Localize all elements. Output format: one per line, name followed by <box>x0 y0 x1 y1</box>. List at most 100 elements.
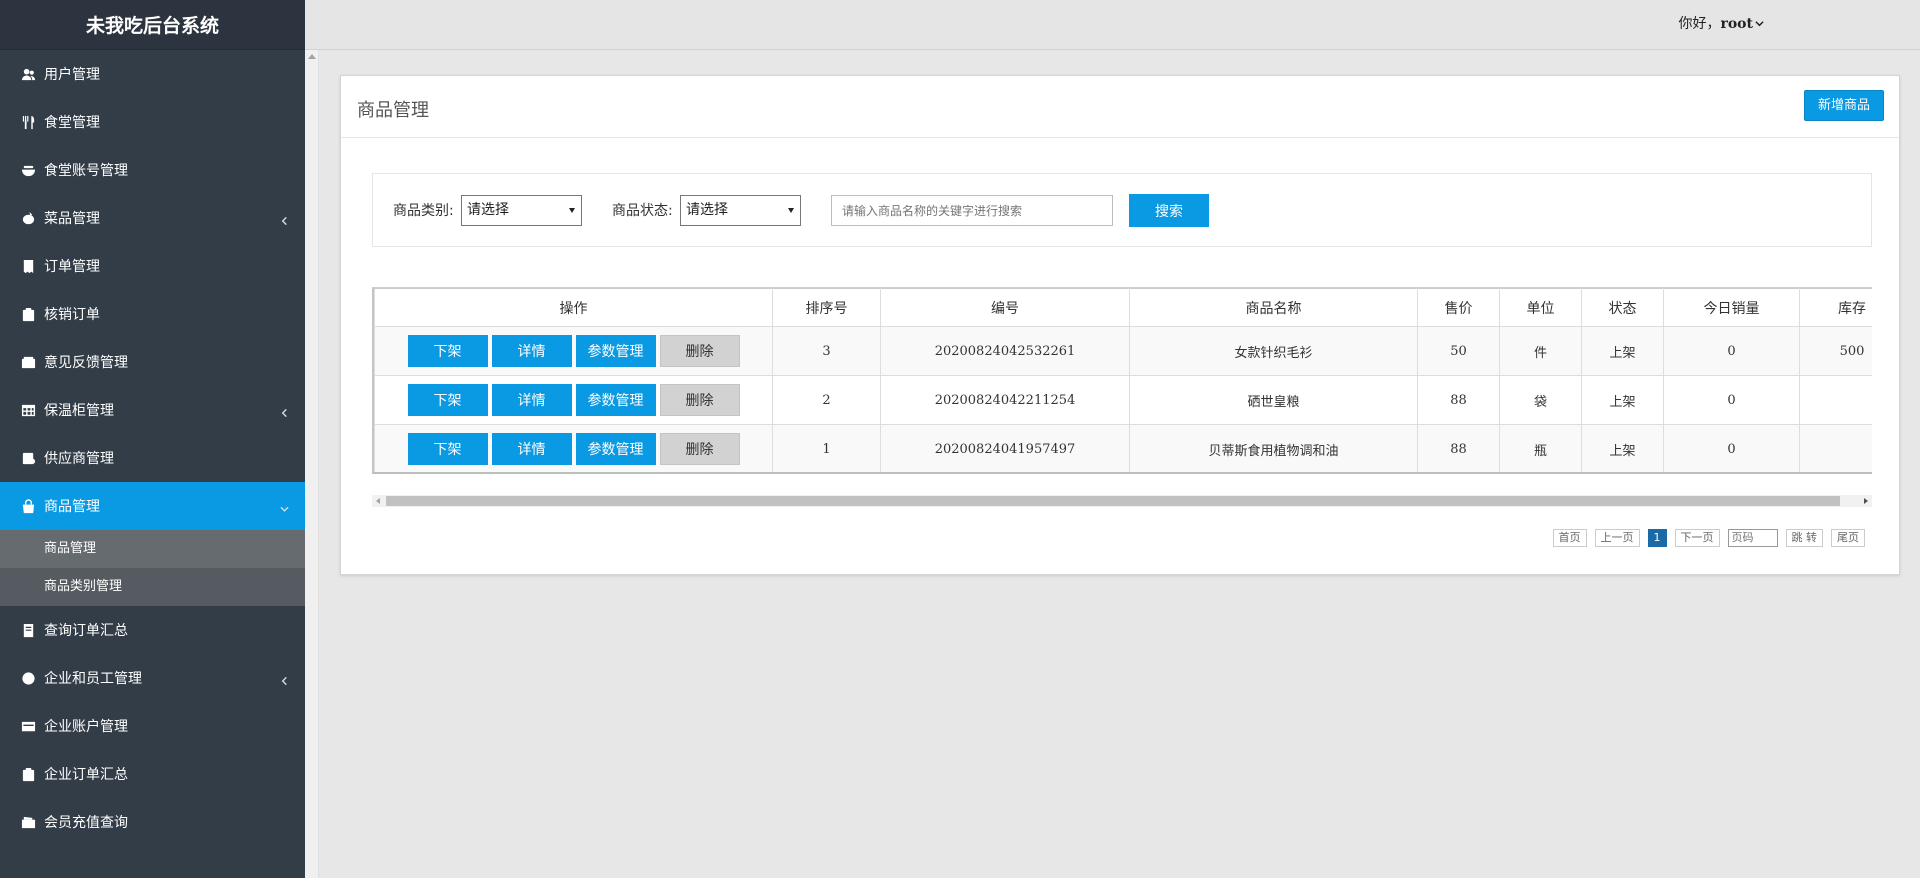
column-header[interactable]: 商品名称 <box>1129 288 1418 327</box>
sidebar-item-suppliers[interactable]: 供应商管理 <box>0 434 305 482</box>
column-header[interactable]: 状态 <box>1581 288 1664 327</box>
jump-button[interactable]: 跳 转 <box>1785 529 1823 547</box>
sidebar-item-member-recharge[interactable]: 会员充值查询 <box>0 798 305 846</box>
delete-button[interactable]: 删除 <box>659 335 740 367</box>
stock-cell: 500 <box>1799 326 1872 376</box>
chevron-down-icon <box>280 502 289 512</box>
sidebar-item-warmers[interactable]: 保温柜管理 <box>0 386 305 434</box>
sidebar-item-label: 订单管理 <box>44 259 100 275</box>
code-cell: 20200824041957497 <box>880 424 1130 472</box>
params-button[interactable]: 参数管理 <box>575 335 656 367</box>
sidebar-item-label: 商品管理 <box>44 499 100 515</box>
sidebar-item-users[interactable]: 用户管理 <box>0 50 305 98</box>
search-button[interactable]: 搜索 <box>1129 194 1209 227</box>
category-label: 商品类别: <box>393 203 454 219</box>
status-select[interactable]: 请选择 <box>680 195 801 226</box>
unit-cell: 袋 <box>1499 375 1582 425</box>
details-button[interactable]: 详情 <box>491 433 572 465</box>
price-cell: 88 <box>1417 424 1500 472</box>
status-cell: 上架 <box>1581 326 1664 376</box>
scrollbar-thumb[interactable] <box>386 496 1840 506</box>
column-header[interactable]: 售价 <box>1417 288 1500 327</box>
unlist-button[interactable]: 下架 <box>407 384 488 416</box>
report-icon <box>20 622 36 638</box>
sidebar-item-label: 菜品管理 <box>44 211 100 227</box>
sidebar-menu-lower: 查询订单汇总 企业和员工管理 企业账户管理 企业订单汇总 会员充值查询 <box>0 606 305 846</box>
unit-cell: 瓶 <box>1499 424 1582 472</box>
sidebar-item-dishes[interactable]: 菜品管理 <box>0 194 305 242</box>
vertical-scrollbar[interactable] <box>305 50 319 878</box>
name-cell: 贝蒂斯食用植物调和油 <box>1129 424 1418 472</box>
unlist-button[interactable]: 下架 <box>407 335 488 367</box>
sidebar-item-canteen[interactable]: 食堂管理 <box>0 98 305 146</box>
actions-cell: 下架 详情 参数管理 删除 <box>374 375 773 425</box>
products-table: 操作 排序号 编号 商品名称 售价 单位 状态 今日销量 库存 下架 详情 参数… <box>374 288 1872 472</box>
sort-cell: 2 <box>772 375 881 425</box>
sidebar-item-companies[interactable]: 企业和员工管理 <box>0 654 305 702</box>
utensils-icon <box>20 114 36 130</box>
column-header[interactable]: 库存 <box>1799 288 1872 327</box>
price-cell: 50 <box>1417 326 1500 376</box>
scroll-right-arrow-icon[interactable] <box>1864 498 1868 504</box>
price-cell: 88 <box>1417 375 1500 425</box>
sidebar-item-feedback[interactable]: 意见反馈管理 <box>0 338 305 386</box>
card-icon <box>20 718 36 734</box>
app-title: 未我吃后台系统 <box>0 0 305 50</box>
sidebar-item-label: 核销订单 <box>44 307 100 323</box>
next-page-button[interactable]: 下一页 <box>1674 529 1720 547</box>
sidebar-item-label: 意见反馈管理 <box>44 355 128 371</box>
last-page-button[interactable]: 尾页 <box>1831 529 1865 547</box>
column-header[interactable]: 今日销量 <box>1663 288 1800 327</box>
sidebar: 未我吃后台系统 用户管理 食堂管理 食堂账号管理 菜品管理 订单管理 核销订单 <box>0 0 305 878</box>
add-product-button[interactable]: 新增商品 <box>1803 90 1884 121</box>
sort-cell: 1 <box>772 424 881 472</box>
scroll-left-arrow-icon[interactable] <box>376 498 380 504</box>
scroll-up-arrow-icon[interactable] <box>308 54 316 59</box>
bowl-icon <box>20 162 36 178</box>
search-input[interactable] <box>831 195 1113 226</box>
sidebar-item-order-summary[interactable]: 查询订单汇总 <box>0 606 305 654</box>
sidebar-item-company-accounts[interactable]: 企业账户管理 <box>0 702 305 750</box>
status-cell: 上架 <box>1581 424 1664 472</box>
table-row: 下架 详情 参数管理 删除 3 20200824042532261 女款针织毛衫… <box>374 326 1872 376</box>
pagination: 首页 上一页 1 下一页 跳 转 尾页 <box>1552 529 1865 547</box>
sidebar-item-verify-orders[interactable]: 核销订单 <box>0 290 305 338</box>
prev-page-button[interactable]: 上一页 <box>1594 529 1640 547</box>
name-cell: 女款针织毛衫 <box>1129 326 1418 376</box>
params-button[interactable]: 参数管理 <box>575 433 656 465</box>
delete-button[interactable]: 删除 <box>659 433 740 465</box>
greeting-text: 你好， <box>1678 16 1721 32</box>
first-page-button[interactable]: 首页 <box>1552 529 1587 547</box>
category-select[interactable]: 请选择 <box>461 195 582 226</box>
sort-cell: 3 <box>772 326 881 376</box>
params-button[interactable]: 参数管理 <box>575 384 656 416</box>
unlist-button[interactable]: 下架 <box>407 433 488 465</box>
column-header[interactable]: 单位 <box>1499 288 1582 327</box>
chevron-left-icon <box>280 674 289 686</box>
delete-button[interactable]: 删除 <box>659 384 740 416</box>
sidebar-item-canteen-accounts[interactable]: 食堂账号管理 <box>0 146 305 194</box>
page-number-input[interactable] <box>1727 529 1778 547</box>
sidebar-item-orders[interactable]: 订单管理 <box>0 242 305 290</box>
code-cell: 20200824042211254 <box>880 375 1130 425</box>
sidebar-item-label: 用户管理 <box>44 67 100 83</box>
supplier-icon <box>20 450 36 466</box>
code-cell: 20200824042532261 <box>880 326 1130 376</box>
details-button[interactable]: 详情 <box>491 335 572 367</box>
actions-cell: 下架 详情 参数管理 删除 <box>374 424 773 472</box>
user-menu[interactable]: 你好，root <box>1678 13 1764 33</box>
clipboard-icon <box>20 766 36 782</box>
status-label: 商品状态: <box>612 203 673 219</box>
sidebar-item-company-orders[interactable]: 企业订单汇总 <box>0 750 305 798</box>
submenu-item-product-categories[interactable]: 商品类别管理 <box>0 568 305 606</box>
submenu-item-products[interactable]: 商品管理 <box>0 530 305 568</box>
details-button[interactable]: 详情 <box>491 384 572 416</box>
column-header[interactable]: 编号 <box>880 288 1130 327</box>
column-header[interactable]: 排序号 <box>772 288 881 327</box>
current-page[interactable]: 1 <box>1647 529 1667 547</box>
sidebar-item-label: 食堂管理 <box>44 115 100 131</box>
products-submenu: 商品管理 商品类别管理 <box>0 530 305 606</box>
company-icon <box>20 670 36 686</box>
sidebar-item-products[interactable]: 商品管理 <box>0 482 305 530</box>
horizontal-scrollbar[interactable] <box>372 495 1872 507</box>
